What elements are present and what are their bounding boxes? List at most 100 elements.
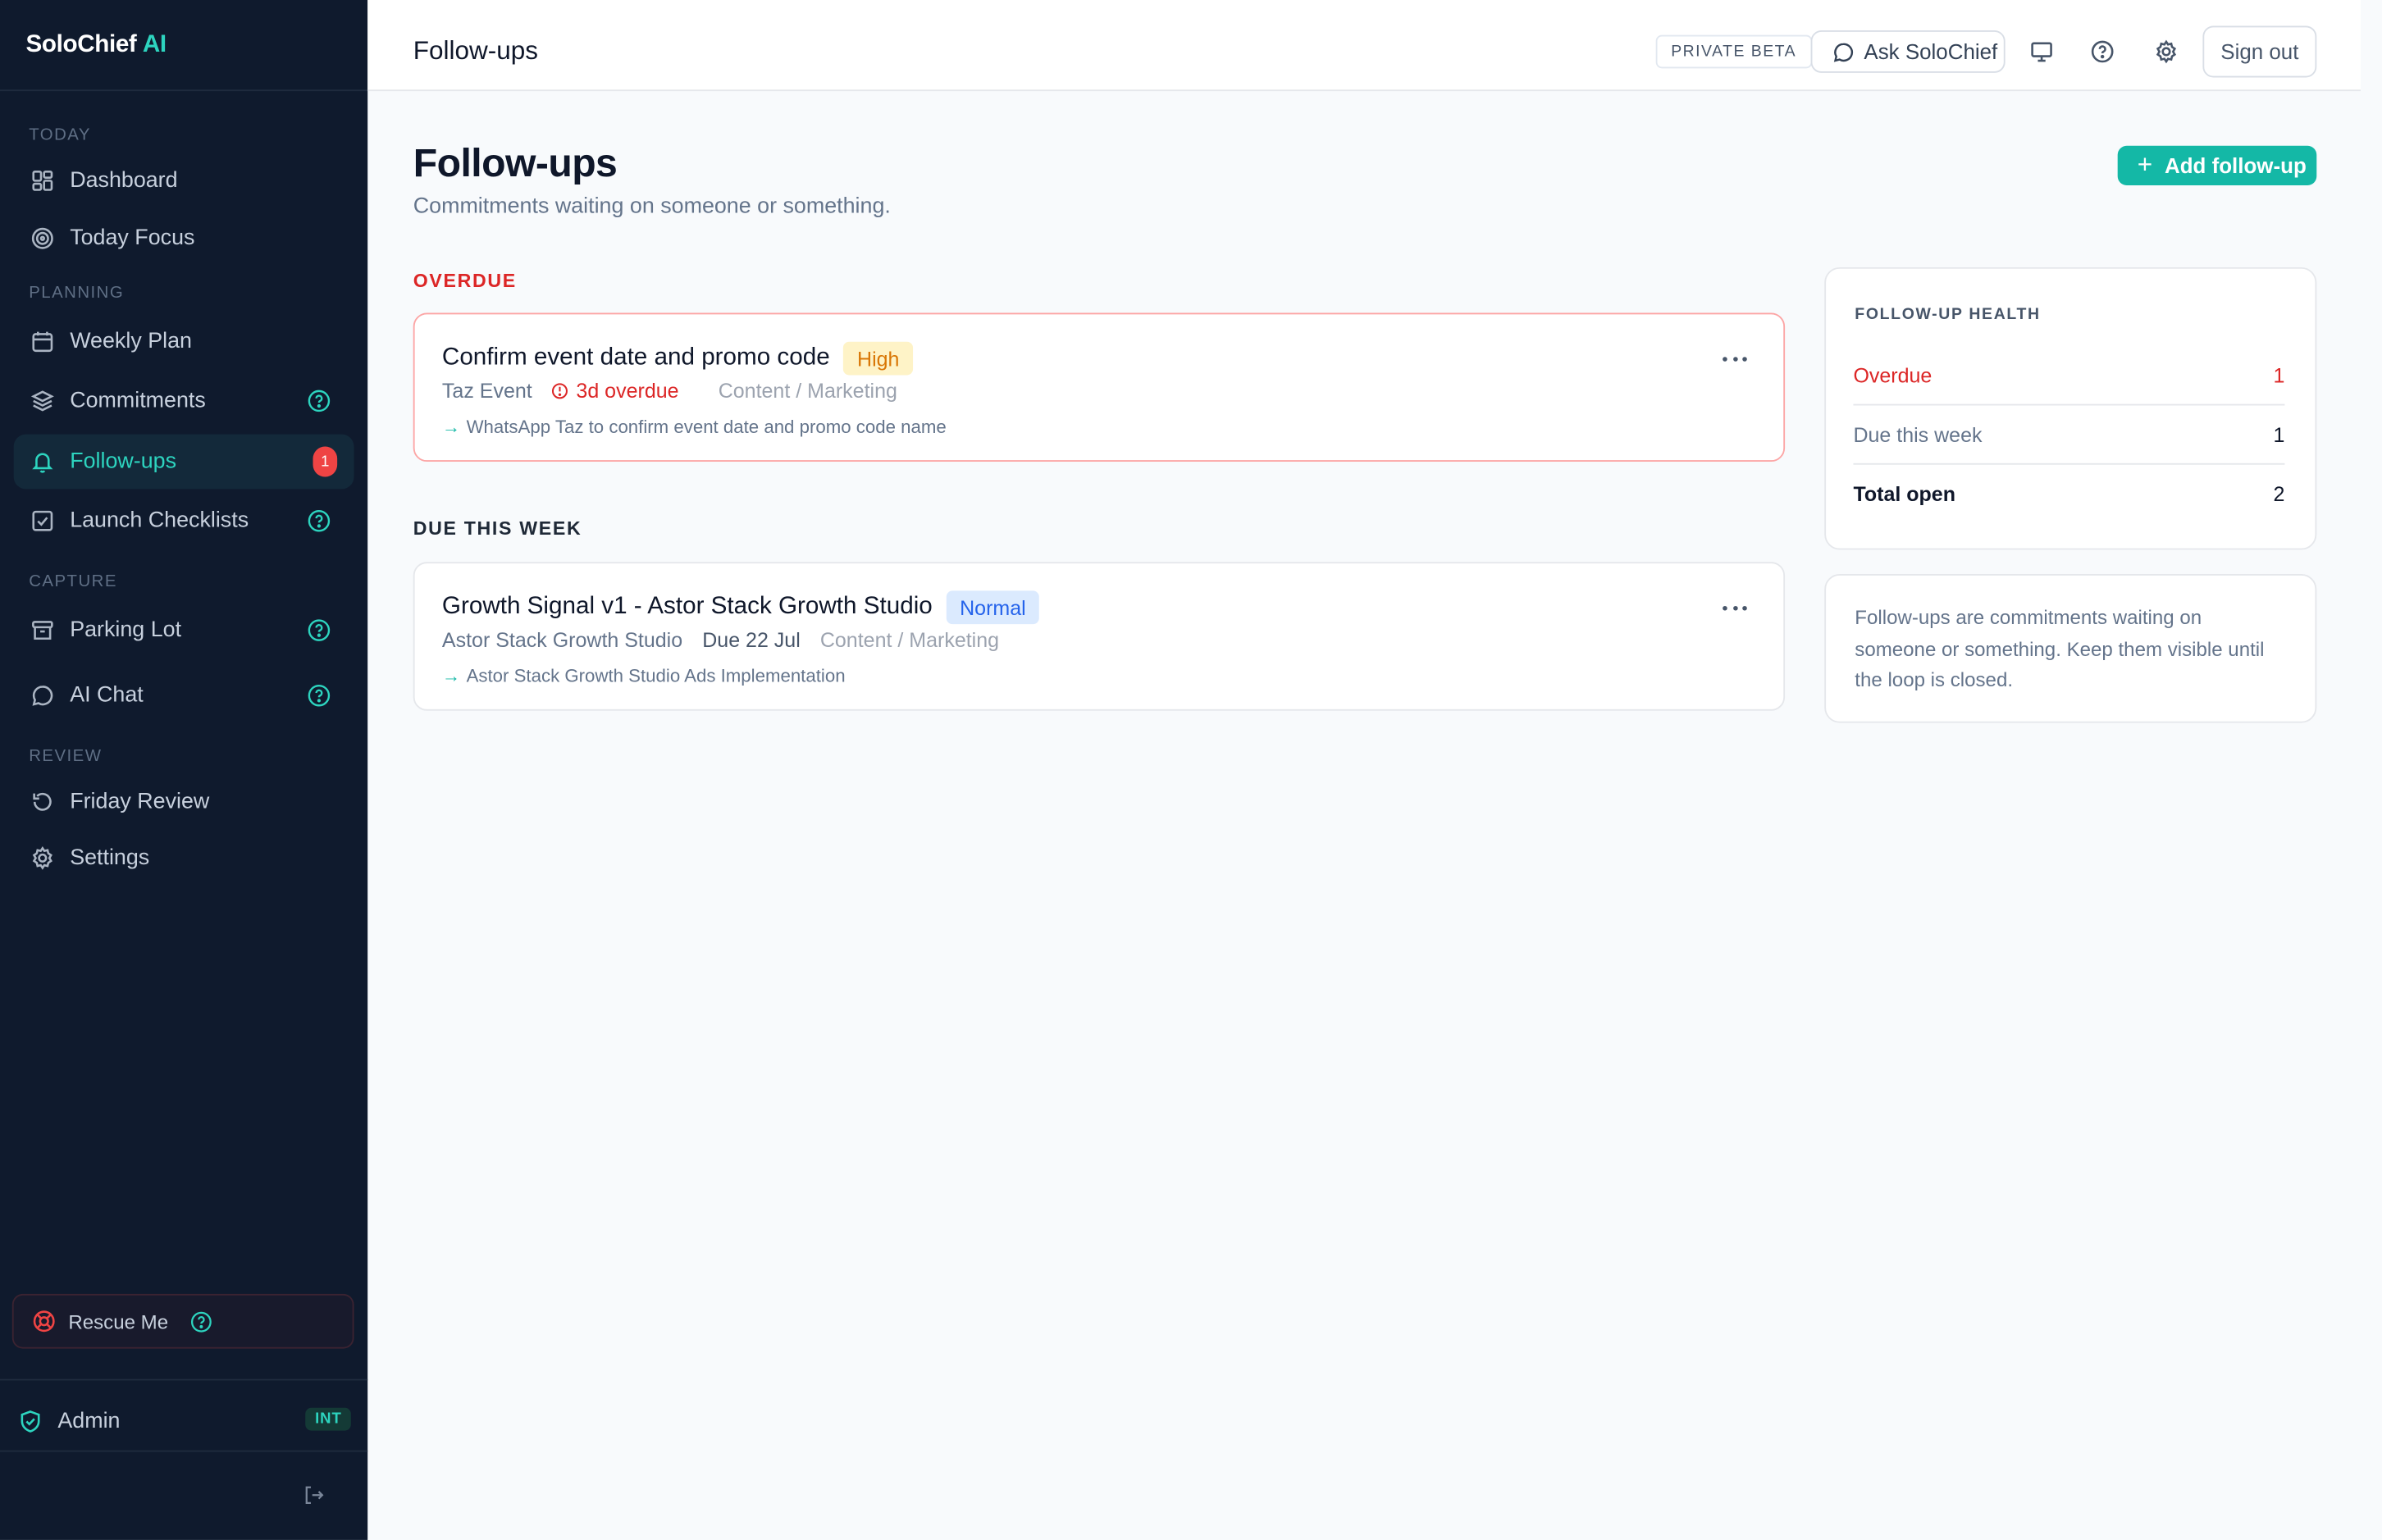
lifebuoy-icon <box>33 1310 55 1333</box>
admin-link[interactable]: Admin INT <box>18 1405 352 1438</box>
sidebar-item-label: Follow-ups <box>70 449 177 474</box>
due-date: Due 22 Jul <box>702 628 801 652</box>
admin-label: Admin <box>57 1409 121 1434</box>
panel-title: FOLLOW-UP HEALTH <box>1855 305 2041 324</box>
stat-label: Total open <box>1853 482 1955 506</box>
archive-icon <box>30 618 55 643</box>
overdue-text: 3d overdue <box>576 380 679 403</box>
sidebar-item-label: AI Chat <box>70 683 144 708</box>
group-label-due-this-week: DUE THIS WEEK <box>413 517 582 540</box>
topbar-title: Follow-ups <box>413 36 538 66</box>
stat-value: 2 <box>2273 482 2285 506</box>
stat-label: Due this week <box>1853 422 1983 446</box>
card-category: Content / Marketing <box>718 380 897 403</box>
sidebar-item-today-focus[interactable]: Today Focus <box>14 211 354 266</box>
help-icon[interactable] <box>189 1310 212 1333</box>
card-title-text: Confirm event date and promo code <box>441 344 830 371</box>
stat-due-this-week: Due this week 1 <box>1853 405 2285 465</box>
follow-up-card[interactable]: Confirm event date and promo code High T… <box>413 312 1786 462</box>
next-step-text: WhatsApp Taz to confirm event date and p… <box>466 416 947 438</box>
sign-out-button[interactable]: Sign out <box>2202 25 2317 78</box>
sidebar-item-label: Parking Lot <box>70 617 182 643</box>
add-follow-up-button[interactable]: + Add follow-up <box>2117 145 2317 185</box>
rescue-me-button[interactable]: Rescue Me <box>11 1293 354 1349</box>
brand-name: SoloChief <box>25 30 137 57</box>
admin-tag: INT <box>305 1407 351 1431</box>
calendar-icon <box>30 330 55 354</box>
brand-logo[interactable]: SoloChief AI <box>0 0 368 92</box>
arrow-right-icon: → <box>441 416 461 438</box>
sidebar: SoloChief AI TODAY Dashboard Today Focus… <box>0 0 368 1540</box>
sidebar-item-commitments[interactable]: Commitments <box>14 374 354 429</box>
info-text: Follow-ups are commitments waiting on so… <box>1855 605 2265 691</box>
sidebar-item-label: Launch Checklists <box>70 508 249 534</box>
sidebar-item-dashboard[interactable]: Dashboard <box>14 153 354 208</box>
card-meta: Astor Stack Growth Studio Due 22 Jul Con… <box>442 629 1019 652</box>
layers-icon <box>30 389 55 413</box>
more-options-icon[interactable] <box>1723 351 1747 367</box>
brand-accent: AI <box>142 30 167 57</box>
page-subtitle: Commitments waiting on someone or someth… <box>413 194 891 219</box>
shield-icon <box>21 1410 40 1433</box>
rescue-label: Rescue Me <box>68 1310 169 1333</box>
sidebar-item-ai-chat[interactable]: AI Chat <box>14 668 354 723</box>
priority-badge: High <box>843 341 914 376</box>
help-icon[interactable] <box>307 618 331 643</box>
plus-icon: + <box>2137 150 2153 180</box>
sidebar-item-label: Settings <box>70 845 150 871</box>
priority-badge: Normal <box>946 590 1040 625</box>
help-icon[interactable] <box>307 389 331 413</box>
sidebar-item-parking-lot[interactable]: Parking Lot <box>14 603 354 658</box>
logout-icon[interactable] <box>303 1483 326 1506</box>
card-next-step: → WhatsApp Taz to confirm event date and … <box>442 416 947 437</box>
sidebar-item-label: Today Focus <box>70 226 195 251</box>
target-icon <box>30 226 55 251</box>
checkbox-icon <box>30 508 55 533</box>
chat-icon <box>1833 42 1854 62</box>
sidebar-item-label: Dashboard <box>70 168 178 194</box>
group-label-overdue: OVERDUE <box>413 270 517 292</box>
help-icon[interactable] <box>307 683 331 708</box>
sidebar-item-follow-ups[interactable]: Follow-ups 1 <box>13 434 354 490</box>
count-badge: 1 <box>313 446 338 477</box>
info-panel: Follow-ups are commitments waiting on so… <box>1824 574 2317 723</box>
card-title: Confirm event date and promo code High <box>441 341 914 376</box>
sidebar-divider <box>0 1450 368 1452</box>
refresh-icon <box>30 790 55 814</box>
card-next-step: → Astor Stack Growth Studio Ads Implement… <box>442 665 846 686</box>
sidebar-item-settings[interactable]: Settings <box>14 831 354 886</box>
section-planning: PLANNING <box>29 284 125 303</box>
grid-icon <box>30 169 55 194</box>
card-category: Content / Marketing <box>819 628 1000 652</box>
sidebar-item-launch-checklists[interactable]: Launch Checklists <box>14 494 354 549</box>
clock-icon <box>552 383 568 399</box>
card-project: Astor Stack Growth Studio <box>441 628 683 652</box>
stat-overdue: Overdue 1 <box>1853 346 2285 406</box>
sidebar-item-weekly-plan[interactable]: Weekly Plan <box>14 314 354 369</box>
gear-icon[interactable] <box>2154 39 2179 64</box>
card-project: Taz Event <box>441 380 532 403</box>
more-options-icon[interactable] <box>1723 600 1747 616</box>
stat-total-open: Total open 2 <box>1853 465 2284 524</box>
private-beta-badge: PRIVATE BETA <box>1655 34 1812 69</box>
chat-icon <box>30 683 55 708</box>
section-capture: CAPTURE <box>29 572 117 591</box>
page-title: Follow-ups <box>413 139 618 185</box>
help-icon[interactable] <box>2090 39 2115 64</box>
top-bar: Follow-ups PRIVATE BETA Ask SoloChief Si… <box>367 0 2361 92</box>
monitor-icon[interactable] <box>2029 39 2054 64</box>
section-today: TODAY <box>29 125 91 144</box>
bell-icon <box>30 449 55 474</box>
ask-solochief-button[interactable]: Ask SoloChief <box>1810 30 2006 73</box>
card-title: Growth Signal v1 - Astor Stack Growth St… <box>441 590 1040 625</box>
help-icon[interactable] <box>307 508 331 533</box>
stat-value: 1 <box>2273 422 2285 446</box>
gear-icon <box>30 846 55 871</box>
main-content: Follow-ups PRIVATE BETA Ask SoloChief Si… <box>367 0 2382 1540</box>
sidebar-item-friday-review[interactable]: Friday Review <box>14 775 354 830</box>
next-step-text: Astor Stack Growth Studio Ads Implementa… <box>466 665 846 687</box>
card-title-text: Growth Signal v1 - Astor Stack Growth St… <box>441 594 933 620</box>
stat-label: Overdue <box>1853 363 1933 387</box>
follow-up-card[interactable]: Growth Signal v1 - Astor Stack Growth St… <box>413 562 1786 711</box>
sidebar-item-label: Friday Review <box>70 790 210 814</box>
